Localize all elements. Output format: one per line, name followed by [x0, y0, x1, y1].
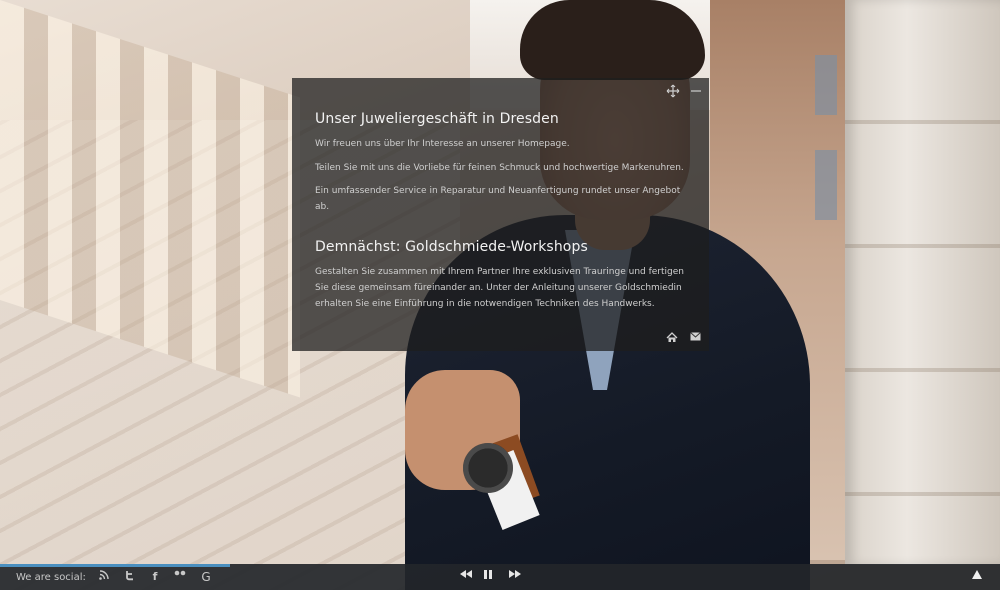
google-icon[interactable]: G [199, 570, 213, 584]
facebook-icon[interactable]: f [148, 570, 162, 584]
home-icon[interactable] [666, 332, 680, 344]
minimize-icon[interactable] [689, 84, 703, 98]
bottom-bar: We are social: f G [0, 564, 1000, 590]
panel-heading-store: Unser Juweliergeschäft in Dresden [315, 111, 559, 127]
panel-heading-workshops: Demnächst: Goldschmiede-Workshops [315, 239, 588, 255]
panel-text-service: Ein umfassender Service in Reparatur und… [315, 186, 681, 212]
model-hair [520, 0, 705, 80]
slideshow-progress [0, 564, 230, 567]
twitter-icon[interactable] [124, 570, 138, 584]
panel-text-intro: Wir freuen uns über Ihr Interesse an uns… [315, 139, 570, 149]
background-window [815, 150, 837, 220]
panel-text-workshops: Gestalten Sie zusammen mit Ihrem Partner… [315, 267, 684, 309]
social-label: We are social: [16, 572, 86, 583]
pause-icon[interactable] [484, 570, 500, 584]
mail-icon[interactable] [690, 332, 704, 344]
background-window [815, 55, 837, 115]
flickr-icon[interactable] [174, 570, 188, 584]
info-panel: Unser Juweliergeschäft in Dresden Wir fr… [292, 78, 709, 351]
panel-text-passion: Teilen Sie mit uns die Vorliebe für fein… [315, 163, 684, 173]
arrow-up-icon[interactable] [972, 570, 986, 584]
watch [463, 443, 513, 493]
forward-icon[interactable] [509, 570, 525, 584]
background-column [845, 0, 1000, 565]
rss-icon[interactable] [99, 570, 113, 584]
rewind-icon[interactable] [460, 570, 476, 584]
expand-icon[interactable] [666, 84, 680, 98]
